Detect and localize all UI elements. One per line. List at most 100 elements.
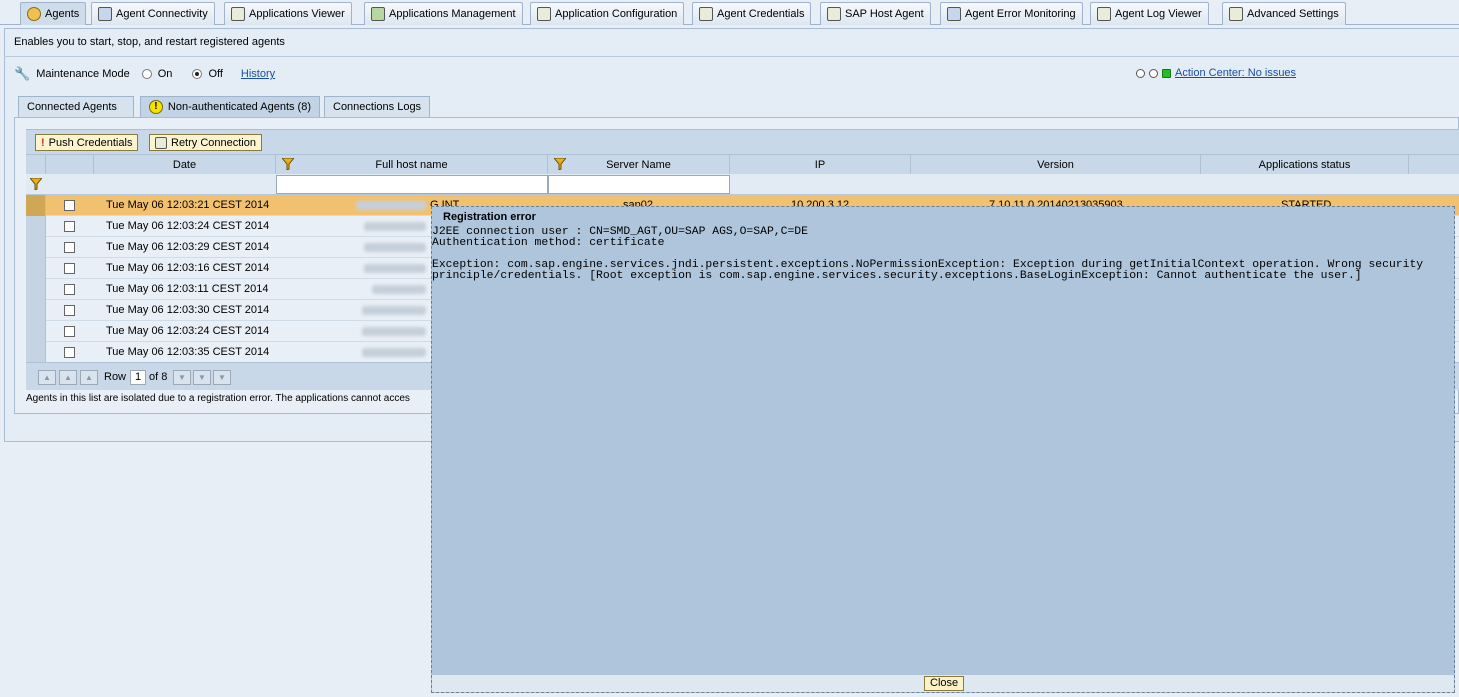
maintenance-mode-label: Maintenance Mode <box>36 68 130 80</box>
tab-connections-logs[interactable]: Connections Logs <box>324 96 430 117</box>
row-checkbox[interactable] <box>64 263 75 274</box>
maintenance-off-label: Off <box>208 68 223 80</box>
column-header-ip[interactable]: IP <box>730 155 911 175</box>
footnote-text: Agents in this list are isolated due to … <box>26 393 410 404</box>
cell-date: Tue May 06 12:03:24 CEST 2014 <box>106 325 270 337</box>
redacted-host <box>362 327 426 336</box>
row-checkbox[interactable] <box>64 305 75 316</box>
cell-date: Tue May 06 12:03:35 CEST 2014 <box>106 346 270 358</box>
redacted-host <box>362 348 426 357</box>
next-row-icon[interactable]: ▼ <box>173 370 191 385</box>
column-label: Server Name <box>606 159 671 171</box>
column-label: Full host name <box>375 159 448 171</box>
divider <box>4 56 1459 57</box>
action-center-link[interactable]: Action Center: No issues <box>1175 67 1296 79</box>
table-toolbar: ! Push Credentials Retry Connection <box>26 129 1459 154</box>
row-checkbox[interactable] <box>64 347 75 358</box>
filter-toggle-icon[interactable] <box>30 178 42 190</box>
next-page-icon[interactable]: ▼ <box>193 370 211 385</box>
row-selector[interactable] <box>26 300 46 321</box>
tab-application-configuration[interactable]: Application Configuration <box>530 2 685 25</box>
row-selector[interactable] <box>26 216 46 237</box>
select-all-header[interactable] <box>26 155 46 175</box>
column-header-date[interactable]: Date <box>94 155 276 175</box>
redacted-host <box>364 222 426 231</box>
tab-agents[interactable]: Agents <box>20 2 87 25</box>
retry-connection-button[interactable]: Retry Connection <box>149 134 262 151</box>
history-link[interactable]: History <box>241 68 275 80</box>
last-page-icon[interactable]: ▼ <box>213 370 231 385</box>
button-label: Retry Connection <box>171 136 256 149</box>
table-header: Date Full host name Server Name IP Versi… <box>26 154 1459 175</box>
previous-row-icon[interactable]: ▲ <box>80 370 98 385</box>
maintenance-on-radio[interactable] <box>141 69 152 79</box>
column-label: Version <box>1037 159 1074 171</box>
page-description: Enables you to start, stop, and restart … <box>14 36 285 48</box>
maintenance-on-label: On <box>157 68 173 80</box>
retry-icon <box>155 136 167 149</box>
tab-label: Advanced Settings <box>1247 8 1339 20</box>
tab-label: Application Configuration <box>555 8 678 20</box>
tab-agent-connectivity[interactable]: Agent Connectivity <box>91 2 215 25</box>
tab-label: Agent Connectivity <box>116 8 208 20</box>
tab-non-authenticated-agents[interactable]: ! Non-authenticated Agents (8) <box>140 96 320 117</box>
tab-applications-viewer[interactable]: Applications Viewer <box>224 2 352 25</box>
cell-date: Tue May 06 12:03:11 CEST 2014 <box>106 283 269 295</box>
tab-agent-log-viewer[interactable]: Agent Log Viewer <box>1090 2 1209 25</box>
filter-icon[interactable] <box>282 158 294 170</box>
redacted-host <box>372 285 426 294</box>
row-checkbox[interactable] <box>64 326 75 337</box>
close-button[interactable]: Close <box>924 676 965 691</box>
cell-date: Tue May 06 12:03:21 CEST 2014 <box>106 199 270 211</box>
row-label: Row <box>104 371 127 383</box>
row-checkbox[interactable] <box>64 200 75 211</box>
row-selector[interactable] <box>26 321 46 342</box>
previous-page-icon[interactable]: ▲ <box>59 370 77 385</box>
checkbox-header <box>46 155 94 175</box>
column-label: Date <box>172 159 197 171</box>
row-number-input[interactable]: 1 <box>130 370 146 385</box>
cell-date: Tue May 06 12:03:24 CEST 2014 <box>106 220 270 232</box>
redacted-host <box>364 243 426 252</box>
column-header-applications-status[interactable]: Applications status <box>1201 155 1409 175</box>
tab-advanced-settings[interactable]: Advanced Settings <box>1222 2 1346 25</box>
tab-agent-credentials[interactable]: Agent Credentials <box>692 2 812 25</box>
warning-icon: ! <box>149 100 163 114</box>
filter-input-server-name[interactable] <box>548 175 730 194</box>
column-label: IP <box>814 159 826 171</box>
redacted-host <box>364 264 426 273</box>
row-checkbox[interactable] <box>64 284 75 295</box>
row-selector[interactable] <box>26 237 46 258</box>
applications-management-icon <box>371 7 385 21</box>
tab-label: Agent Credentials <box>717 8 805 20</box>
tab-sap-host-agent[interactable]: SAP Host Agent <box>820 2 931 25</box>
maintenance-off-radio[interactable] <box>192 69 203 79</box>
row-checkbox[interactable] <box>64 242 75 253</box>
wrench-icon: 🔧 <box>14 66 31 81</box>
row-selector[interactable] <box>26 279 46 300</box>
tab-label: Agent Log Viewer <box>1115 8 1202 20</box>
tab-connected-agents[interactable]: Connected Agents <box>18 96 134 117</box>
push-credentials-button[interactable]: ! Push Credentials <box>35 134 139 151</box>
filter-input-full-host-name[interactable] <box>276 175 548 194</box>
row-selector[interactable] <box>26 258 46 279</box>
column-header-server-name[interactable]: Server Name <box>548 155 730 175</box>
popup-footer: Close <box>432 675 1454 692</box>
agent-log-viewer-icon <box>1097 7 1111 21</box>
row-total: of 8 <box>149 371 168 383</box>
advanced-settings-icon <box>1229 7 1243 21</box>
filter-icon[interactable] <box>554 158 566 170</box>
row-checkbox[interactable] <box>64 221 75 232</box>
column-header-version[interactable]: Version <box>911 155 1201 175</box>
registration-error-popup: Registration error J2EE connection user … <box>431 206 1455 693</box>
first-page-icon[interactable]: ▲ <box>38 370 56 385</box>
tab-applications-management[interactable]: Applications Management <box>364 2 523 25</box>
cell-date: Tue May 06 12:03:16 CEST 2014 <box>106 262 270 274</box>
status-light-green-icon <box>1162 68 1171 78</box>
tab-agent-error-monitoring[interactable]: Agent Error Monitoring <box>940 2 1083 25</box>
row-selector[interactable] <box>26 195 46 216</box>
top-tab-bar: Agents Agent Connectivity Applications V… <box>0 0 1459 25</box>
agent-error-monitoring-icon <box>947 7 961 21</box>
column-header-full-host-name[interactable]: Full host name <box>276 155 548 175</box>
row-selector[interactable] <box>26 342 46 363</box>
